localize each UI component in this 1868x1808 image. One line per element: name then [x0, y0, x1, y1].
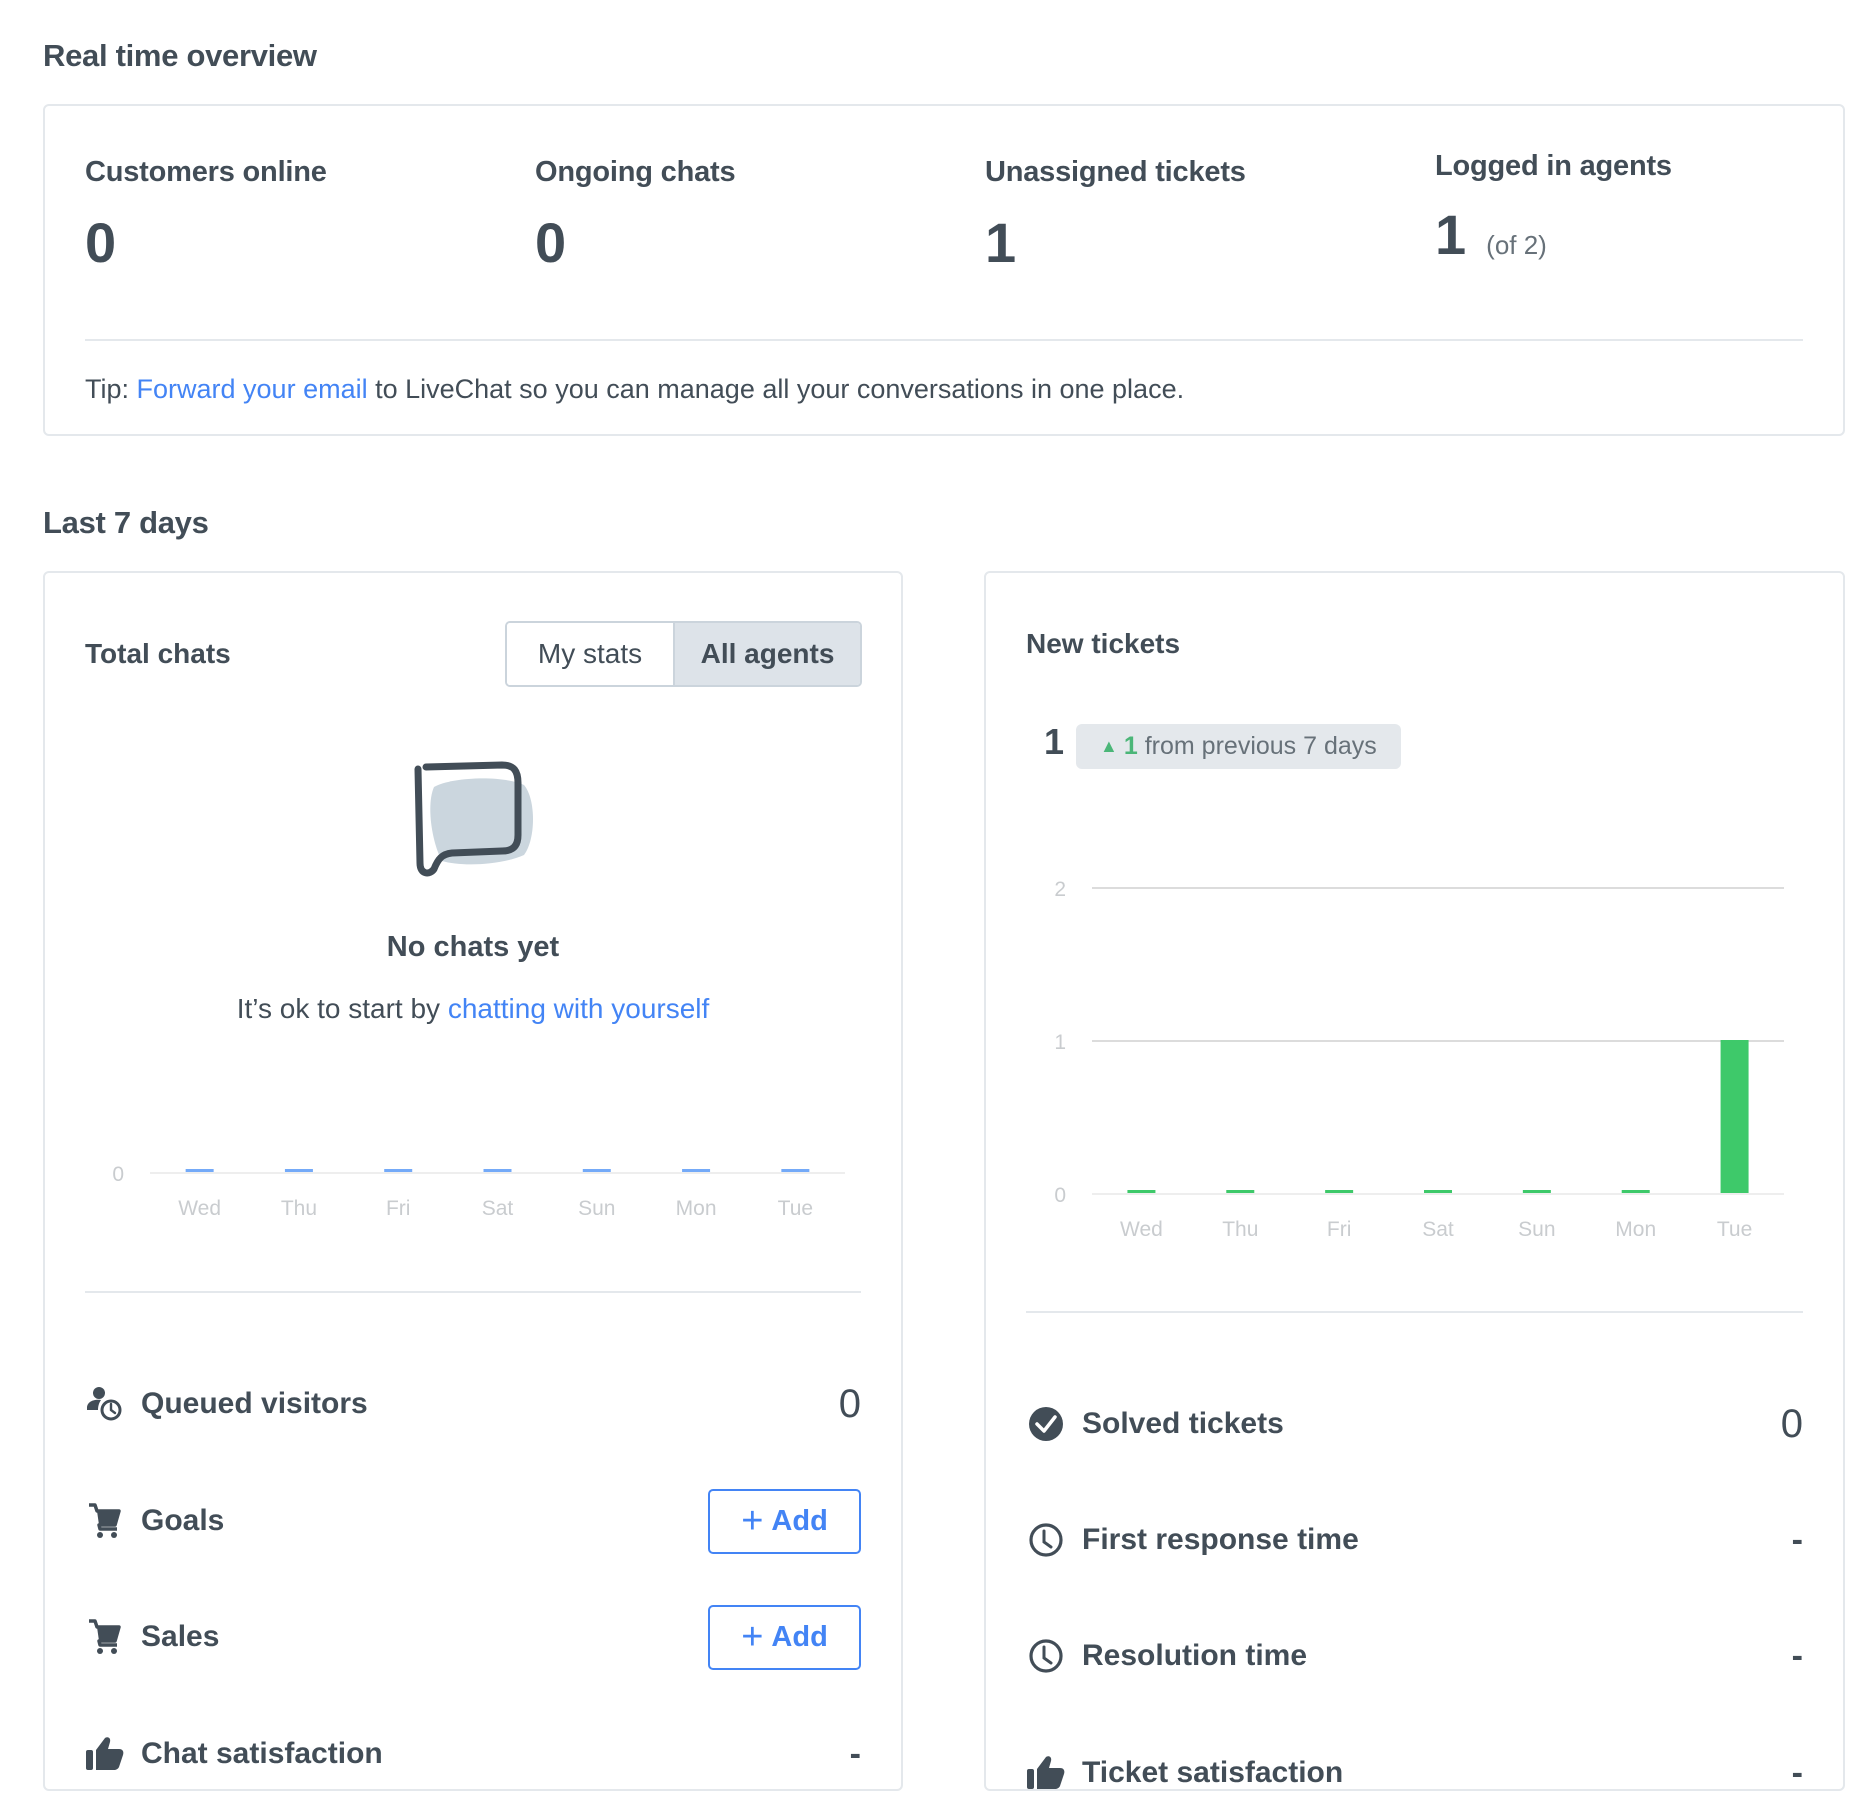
add-label: Add [771, 1504, 828, 1537]
metric-label: Queued visitors [141, 1387, 368, 1420]
bar-thu [1226, 1190, 1255, 1193]
metric-row-ticket-satisfaction: Ticket satisfaction - [1026, 1738, 1803, 1808]
total-chats-card: Total chats My stats All agents No chats… [43, 571, 903, 1791]
cart-icon [85, 1617, 125, 1657]
stat-label: Unassigned tickets [985, 156, 1246, 188]
stat-label: Ongoing chats [535, 156, 736, 188]
add-label: Add [771, 1620, 828, 1653]
check-circle-icon [1026, 1404, 1066, 1444]
stat-value-wrap: 1 (of 2) [1435, 207, 1672, 263]
clock-icon [1026, 1520, 1066, 1560]
forward-email-link[interactable]: Forward your email [137, 374, 368, 404]
x-tick-label: Tue [1717, 1218, 1752, 1241]
bar-tue [781, 1169, 810, 1172]
bar-fri [1325, 1190, 1354, 1193]
x-tick-label: Fri [1327, 1218, 1352, 1241]
divider [85, 1291, 861, 1293]
stat-value: 0 [535, 211, 567, 274]
tip-prefix: Tip: [85, 374, 137, 404]
metric-value: - [1791, 1520, 1803, 1559]
metric-row-resolution-time: Resolution time - [1026, 1621, 1803, 1691]
metric-label: Chat satisfaction [141, 1737, 383, 1770]
tip-suffix: to LiveChat so you can manage all your c… [367, 374, 1185, 404]
x-tick-label: Thu [1222, 1218, 1258, 1241]
stat-value: 1 [1435, 203, 1467, 266]
thumbs-up-icon [85, 1734, 125, 1774]
plus-icon: + [741, 1500, 764, 1542]
metric-label: Goals [141, 1504, 225, 1537]
bar-sat [1424, 1190, 1452, 1193]
stat-value: 0 [85, 211, 117, 274]
x-tick-label: Thu [281, 1197, 317, 1220]
stat-label: Customers online [85, 156, 327, 188]
x-tick-label: Mon [1615, 1218, 1656, 1241]
add-goal-button[interactable]: + Add [708, 1488, 861, 1554]
x-tick-label: Wed [178, 1197, 221, 1220]
realtime-card: Customers online 0 Ongoing chats 0 Unass… [43, 104, 1845, 436]
clock-icon [1026, 1636, 1066, 1676]
bar-mon [682, 1169, 711, 1172]
y-tick-label: 1 [1054, 1031, 1066, 1054]
metric-row-first-response-time: First response time - [1026, 1505, 1803, 1575]
x-tick-label: Sun [1518, 1218, 1555, 1241]
bar-sun [582, 1169, 611, 1172]
stat-logged-in-agents: Logged in agents 1 (of 2) [1435, 150, 1672, 263]
new-tickets-card: New tickets 1 ▲ 1 from previous 7 days 012… [984, 571, 1845, 1792]
x-tick-label: Wed [1120, 1218, 1163, 1241]
stat-label: Logged in agents [1435, 150, 1672, 182]
stat-customers-online: Customers online 0 [85, 156, 327, 271]
bar-fri [384, 1169, 413, 1172]
stat-ongoing-chats: Ongoing chats 0 [535, 156, 736, 274]
metric-row-goals: Goals + Add [85, 1486, 861, 1556]
x-tick-label: Tue [778, 1197, 813, 1220]
metric-label: Ticket satisfaction [1082, 1756, 1344, 1789]
y-tick-label: 2 [1054, 878, 1066, 901]
thumbs-up-icon [1026, 1753, 1066, 1793]
add-sale-button[interactable]: + Add [708, 1604, 861, 1670]
bar-mon [1621, 1190, 1650, 1193]
realtime-heading: Real time overview [43, 38, 317, 73]
new-tickets-chart: 0 1 2 Wed Thu Fri Sat Sun Mon Tue [1054, 878, 1784, 1241]
x-tick-label: Sat [482, 1197, 514, 1220]
stat-value: 1 [985, 211, 1017, 274]
bar-tue [1720, 1040, 1749, 1193]
metric-value: - [849, 1734, 861, 1773]
cart-icon [85, 1501, 125, 1541]
bar-wed [185, 1169, 214, 1172]
x-tick-label: Fri [386, 1197, 411, 1220]
bar-sun [1522, 1190, 1551, 1193]
bar-wed [1127, 1190, 1156, 1193]
metric-value: 0 [1780, 1401, 1803, 1446]
y-tick-label: 0 [1054, 1184, 1066, 1207]
metric-row-sales: Sales + Add [85, 1602, 861, 1672]
metric-value: - [1791, 1636, 1803, 1675]
metric-label: Solved tickets [1082, 1407, 1284, 1440]
stat-unassigned-tickets[interactable]: Unassigned tickets 1 [985, 156, 1246, 271]
bar-sat [483, 1169, 512, 1172]
y-tick-label: 0 [112, 1163, 124, 1186]
metric-label: First response time [1082, 1523, 1359, 1556]
x-tick-label: Sun [578, 1197, 615, 1220]
tip-text: Tip: Forward your email to LiveChat so y… [85, 374, 1184, 405]
metric-label: Resolution time [1082, 1639, 1308, 1672]
divider [85, 339, 1803, 341]
metric-row-chat-satisfaction: Chat satisfaction - [85, 1719, 861, 1789]
metric-label: Sales [141, 1620, 220, 1653]
divider [1026, 1311, 1803, 1313]
queued-visitor-icon [85, 1384, 125, 1424]
plus-icon: + [741, 1616, 764, 1658]
stat-sub: (of 2) [1486, 230, 1547, 260]
metric-value: 0 [838, 1381, 861, 1426]
x-tick-label: Mon [676, 1197, 717, 1220]
metric-row-queued-visitors: Queued visitors 0 [85, 1369, 861, 1439]
total-chats-chart: 0 Wed Thu Fri Sat Sun Mon Tue [112, 1163, 845, 1220]
metric-row-solved-tickets: Solved tickets 0 [1026, 1389, 1803, 1459]
bar-thu [284, 1169, 313, 1172]
x-tick-label: Sat [1422, 1218, 1454, 1241]
metric-value: - [1791, 1753, 1803, 1792]
last7-heading: Last 7 days [43, 505, 209, 540]
